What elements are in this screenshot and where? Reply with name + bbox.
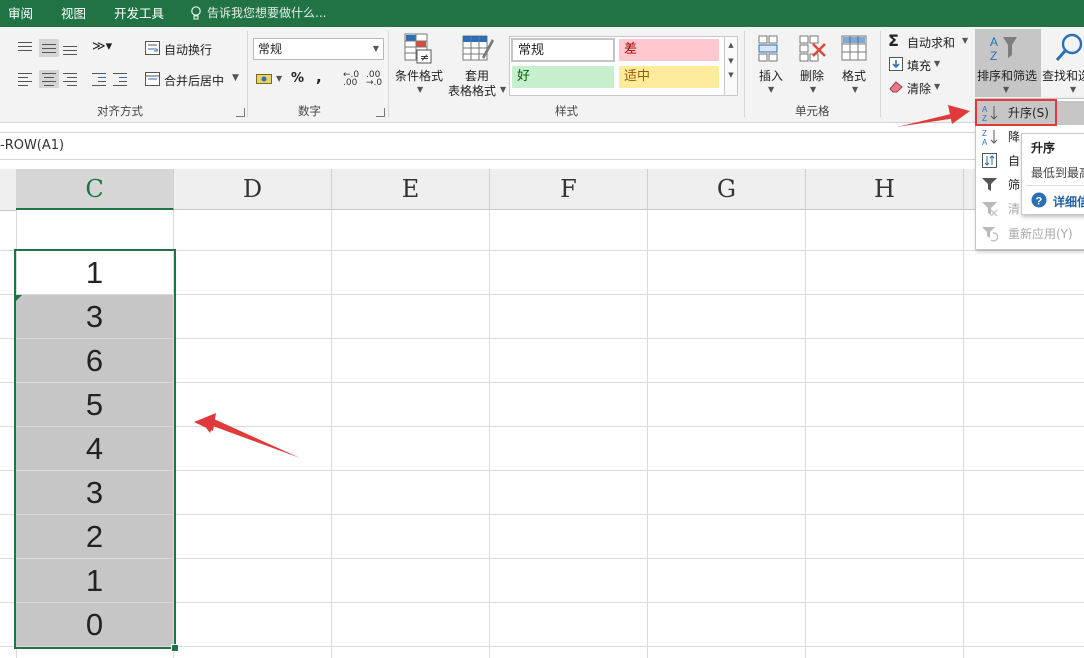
arrow-to-sort-head: [948, 105, 970, 124]
annotation-arrows: [194, 105, 970, 458]
arrow-to-cells-shaft: [210, 419, 300, 458]
arrow-to-sort-shaft: [897, 113, 956, 127]
arrow-to-cells-head: [194, 413, 216, 431]
